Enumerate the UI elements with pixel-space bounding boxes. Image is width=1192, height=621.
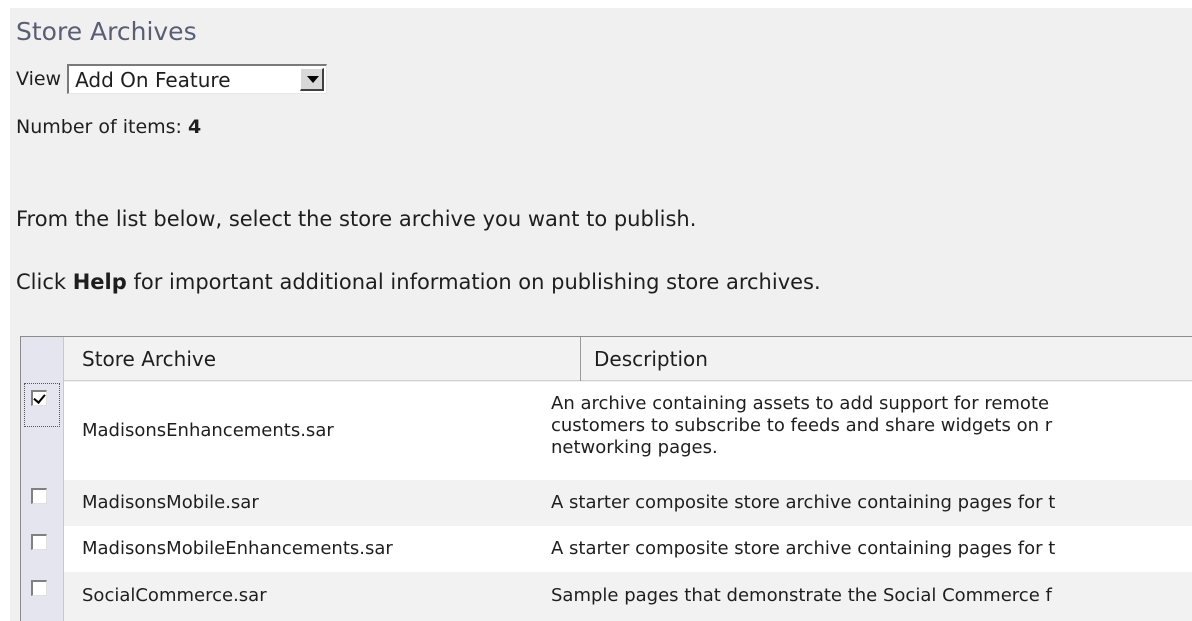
archive-name: MadisonsEnhancements.sar (82, 420, 334, 441)
description-line: A starter composite store archive contai… (551, 538, 1056, 559)
description-line: customers to subscribe to feeds and shar… (551, 415, 1053, 436)
archive-description: Sample pages that demonstrate the Social… (551, 585, 1192, 607)
table-row[interactable]: MadisonsMobileEnhancements.sar A starter… (64, 526, 1192, 572)
checkbox-column (21, 337, 64, 621)
column-header-description[interactable]: Description (594, 337, 708, 381)
item-count-label: Number of items: (16, 116, 182, 138)
store-archive-table: Store Archive Description MadisonsEnhanc… (20, 336, 1192, 621)
chevron-down-icon[interactable] (300, 68, 325, 91)
description-line: Sample pages that demonstrate the Social… (551, 585, 1052, 606)
archive-name: MadisonsMobileEnhancements.sar (82, 538, 393, 559)
row-checkbox[interactable] (31, 390, 47, 406)
column-divider (580, 337, 581, 381)
archive-description: An archive containing assets to add supp… (551, 393, 1192, 459)
description-line: networking pages. (551, 437, 718, 458)
table-row[interactable]: SocialCommerce.sar Sample pages that dem… (64, 572, 1192, 621)
column-header-store-archive[interactable]: Store Archive (82, 337, 216, 381)
help-prefix: Click (16, 270, 67, 294)
view-label: View (16, 68, 62, 90)
item-count: Number of items: 4 (16, 116, 201, 138)
table-header: Store Archive Description (64, 337, 1192, 381)
page-title: Store Archives (16, 17, 197, 46)
row-checkbox[interactable] (31, 488, 47, 504)
description-line: A starter composite store archive contai… (551, 492, 1056, 513)
view-select[interactable]: Add On Feature (67, 64, 328, 94)
table-row[interactable]: MadisonsMobile.sar A starter composite s… (64, 480, 1192, 526)
row-checkbox[interactable] (31, 534, 47, 550)
archive-name: SocialCommerce.sar (82, 585, 267, 606)
instruction-text: From the list below, select the store ar… (16, 207, 697, 231)
view-select-value: Add On Feature (75, 68, 231, 92)
table-row[interactable]: MadisonsEnhancements.sar An archive cont… (64, 382, 1192, 480)
archive-name: MadisonsMobile.sar (82, 492, 259, 513)
archive-description: A starter composite store archive contai… (551, 538, 1192, 560)
view-selector-row: View Add On Feature (16, 62, 328, 96)
item-count-value: 4 (188, 116, 202, 138)
help-text: Click Help for important additional info… (16, 270, 821, 294)
help-keyword: Help (72, 270, 127, 294)
description-line: An archive containing assets to add supp… (551, 393, 1050, 414)
archive-description: A starter composite store archive contai… (551, 492, 1192, 514)
help-suffix: for important additional information on … (133, 270, 821, 294)
row-checkbox[interactable] (31, 580, 47, 596)
